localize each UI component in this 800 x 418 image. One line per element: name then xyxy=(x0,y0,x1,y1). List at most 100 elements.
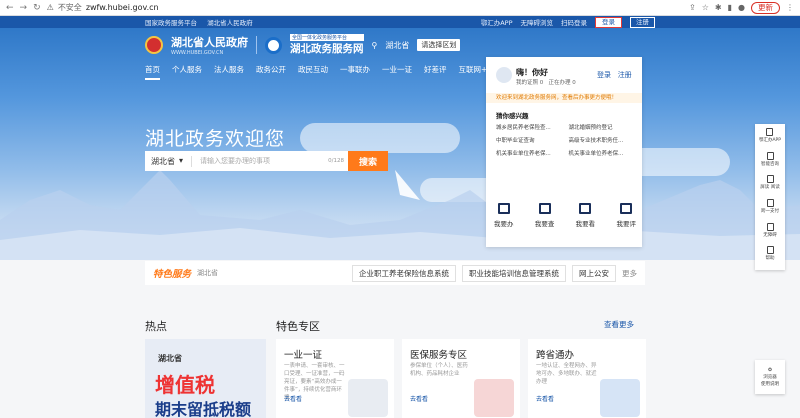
national-platform-link[interactable]: 国家政务服务平台 xyxy=(145,19,197,27)
search-button[interactable]: 搜索 xyxy=(348,151,388,171)
interest-item[interactable]: 高级专业技术职务任... xyxy=(569,136,642,144)
featured-services-bar: 特色服务 湖北省 企业职工养老保险信息系统 职业技能培训信息管理系统 网上公安 … xyxy=(145,261,645,285)
user-card: 嗨！你好 我的证照 0 正在办理 0 登录 注册 欢迎来到湖北政务服务网，查看后… xyxy=(486,57,642,247)
featured-link[interactable]: 职业技能培训信息管理系统 xyxy=(462,264,566,282)
my-licenses[interactable]: 我的证照 0 xyxy=(516,80,543,86)
tile-cross-province[interactable]: 跨省通办 一地认证、全程网办、异地可办、多地联办、就近办理 去看看 xyxy=(528,339,646,418)
phone-icon xyxy=(766,128,774,136)
medical-cross-image xyxy=(474,379,514,417)
side-app[interactable]: 鄂汇办APP xyxy=(759,128,781,152)
star-icon[interactable]: ☆ xyxy=(702,3,709,12)
card-login-link[interactable]: 登录 xyxy=(597,71,611,79)
special-heading: 特色专区 xyxy=(276,320,320,333)
register-button[interactable]: 注册 xyxy=(630,16,655,28)
province-select[interactable]: 湖北省 ▾ xyxy=(145,155,192,167)
featured-location[interactable]: 湖北省 xyxy=(197,268,218,278)
action-review[interactable]: 我要评 xyxy=(616,203,636,228)
interest-item[interactable]: 湖北婚姻预约登记 xyxy=(569,123,642,131)
gov-title[interactable]: 湖北省人民政府 xyxy=(171,34,248,50)
login-button[interactable]: 登录 xyxy=(595,16,622,28)
profile-icon[interactable]: ● xyxy=(738,3,745,12)
accessibility-link[interactable]: 无障碍浏览 xyxy=(521,17,554,27)
welcome-text: 湖北政务欢迎您 xyxy=(145,128,286,150)
headset-icon xyxy=(766,151,774,160)
nav-home[interactable]: 首页 xyxy=(145,64,160,80)
view-more-link[interactable]: 查看更多 xyxy=(604,319,634,330)
nav-public[interactable]: 政务公开 xyxy=(256,64,286,80)
char-count: 0/128 xyxy=(328,158,344,164)
search-bar: 湖北省 ▾ 请输入您要办理的事项 0/128 搜索 xyxy=(145,151,388,171)
side-pay[interactable]: 跨一支付 xyxy=(761,199,779,223)
interest-item[interactable]: 机关事业单位养老保... xyxy=(496,149,569,157)
national-emblem-icon xyxy=(145,36,163,54)
tile-go-link[interactable]: 去看看 xyxy=(536,394,554,403)
browser-toolbar: ← → ↻ ⚠ 不安全 zwfw.hubei.gov.cn ⇪ ☆ ✱ ▮ ● … xyxy=(0,0,800,16)
warning-icon: ⚠ xyxy=(46,3,54,12)
service-logo-icon xyxy=(265,36,282,54)
interest-item[interactable]: 城乡居民养老保险查... xyxy=(496,123,569,131)
action-handle[interactable]: 我要办 xyxy=(494,203,514,228)
provincial-gov-link[interactable]: 湖北省人民政府 xyxy=(207,19,253,27)
avatar xyxy=(496,67,512,83)
side-help[interactable]: 帮助 xyxy=(766,246,775,270)
tile-go-link[interactable]: 去看看 xyxy=(410,394,428,403)
in-progress[interactable]: 正在办理 0 xyxy=(549,80,576,86)
service-title[interactable]: 湖北政务服务网 xyxy=(290,41,364,56)
notice-bar: 欢迎来到湖北政务服务网，查看后办事更方便哦！ xyxy=(486,93,642,103)
gov-subtitle: WWW.HUBEI.GOV.CN xyxy=(171,50,224,56)
main-nav: 首页 个人服务 法人服务 政务公开 政民互动 一事联办 一业一证 好差评 互联网… xyxy=(145,64,514,80)
action-query[interactable]: 我要查 xyxy=(535,203,554,228)
hero-banner: 湖北省人民政府 WWW.HUBEI.GOV.CN 全国一体化政务服务平台 湖北政… xyxy=(0,28,800,260)
featured-link[interactable]: 网上公安 xyxy=(572,264,616,282)
featured-more-link[interactable]: 更多 xyxy=(622,268,637,279)
card-register-link[interactable]: 注册 xyxy=(618,71,632,79)
interest-item[interactable]: 中职毕业证查询 xyxy=(496,136,569,144)
reader-icon xyxy=(766,175,774,184)
action-view[interactable]: 我要看 xyxy=(576,203,595,228)
app-link[interactable]: 鄂汇办APP xyxy=(481,17,513,27)
region-select[interactable]: 请选择区划 xyxy=(417,39,461,51)
side-accessibility[interactable]: 无障碍 xyxy=(763,222,777,247)
yuan-icon xyxy=(766,199,774,208)
share-icon[interactable]: ⇪ xyxy=(689,3,696,12)
tile-go-link[interactable]: 去看看 xyxy=(284,394,302,403)
document-search-icon xyxy=(538,203,551,214)
chevron-down-icon: ▾ xyxy=(179,155,184,165)
hot-heading: 热点 xyxy=(145,320,167,333)
service-tag: 全国一体化政务服务平台 xyxy=(290,34,364,41)
menu-icon[interactable]: ⋮ xyxy=(786,3,794,12)
skyline-illustration xyxy=(0,170,800,260)
nav-review[interactable]: 好差评 xyxy=(424,64,447,80)
side-consult[interactable]: 智能咨询 xyxy=(761,151,779,176)
certificate-image xyxy=(348,379,388,417)
back-icon[interactable]: ← xyxy=(6,3,14,13)
search-input[interactable]: 请输入您要办理的事项 xyxy=(192,156,328,166)
interest-heading: 猜你感兴趣 xyxy=(496,112,529,120)
extensions-icon[interactable]: ✱ xyxy=(715,3,722,12)
greeting: 嗨！你好 xyxy=(516,68,548,77)
tile-medical[interactable]: 医保服务专区 参保单位（个人）、医药机构、药品耗材企业 去看看 xyxy=(402,339,520,418)
help-icon xyxy=(766,246,774,255)
location-pin-icon: ⚲ xyxy=(371,40,378,50)
forward-icon[interactable]: → xyxy=(20,3,28,13)
nav-interaction[interactable]: 政民互动 xyxy=(298,64,328,80)
sidebar-icon[interactable]: ▮ xyxy=(728,3,732,12)
comment-icon xyxy=(620,203,633,214)
nav-joint[interactable]: 一事联办 xyxy=(340,64,370,80)
update-button[interactable]: 更新 xyxy=(751,1,780,14)
clipboard-icon xyxy=(579,203,592,214)
tile-one-license[interactable]: 一业一证 一表申请、一套审核、一口受理、一证准营，一码亮证，要素“高效办成一件事… xyxy=(276,339,394,418)
nav-legal[interactable]: 法人服务 xyxy=(214,64,244,80)
featured-link[interactable]: 企业职工养老保险信息系统 xyxy=(352,264,456,282)
side-reader[interactable]: 屏读 阅读 xyxy=(760,175,780,199)
reload-icon[interactable]: ↻ xyxy=(33,3,41,13)
nav-personal[interactable]: 个人服务 xyxy=(172,64,202,80)
browser-guide[interactable]: ✪ 浏览器 使用说明 xyxy=(755,360,785,394)
not-secure-label: 不安全 xyxy=(57,3,82,12)
url-text[interactable]: zwfw.hubei.gov.cn xyxy=(86,3,159,12)
interest-item[interactable]: 机关事业单位养老保... xyxy=(569,149,642,157)
nav-one-license[interactable]: 一业一证 xyxy=(382,64,412,80)
address-bar[interactable]: ⚠ 不安全 zwfw.hubei.gov.cn xyxy=(47,2,683,13)
qr-login-link[interactable]: 扫码登录 xyxy=(561,17,587,27)
hot-banner[interactable]: 湖北省 增值税 期末留抵税额 xyxy=(145,339,266,418)
